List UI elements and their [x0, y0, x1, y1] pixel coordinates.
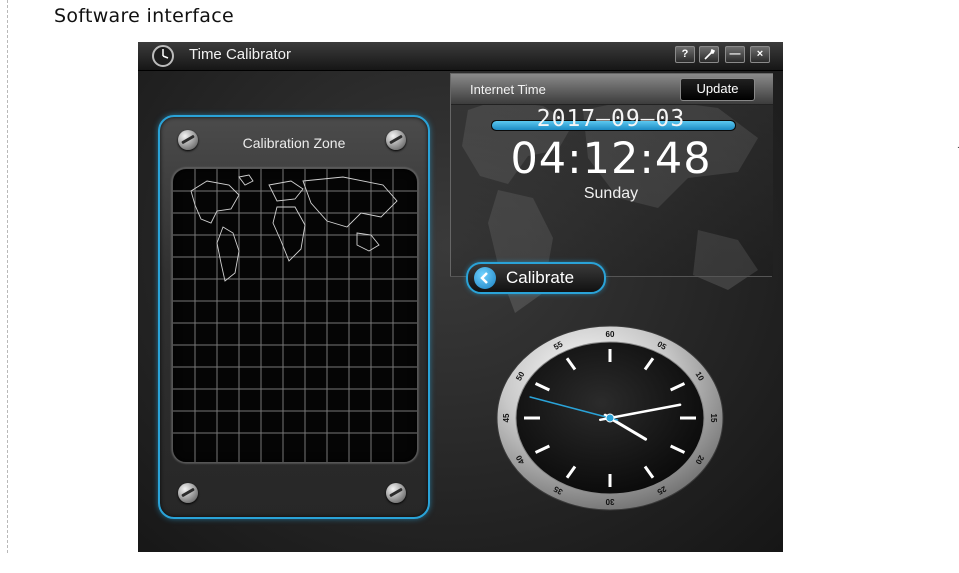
clock-second-mark: 30 [605, 497, 614, 506]
minimize-icon: — [729, 48, 741, 60]
internet-time-header: Internet Time Update [451, 74, 773, 105]
close-icon: × [756, 48, 764, 60]
clock-second-mark: 45 [502, 413, 511, 422]
page-edge-divider [7, 0, 8, 553]
update-button[interactable]: Update [680, 78, 755, 101]
close-button[interactable]: × [750, 46, 770, 63]
calibration-grid-map[interactable] [172, 168, 418, 463]
settings-button[interactable] [699, 46, 719, 63]
world-map-grid [173, 169, 417, 462]
page-heading: Software interface [54, 5, 234, 27]
clock-second-mark: 60 [606, 330, 615, 339]
help-button[interactable]: ? [675, 46, 695, 63]
minimize-button[interactable]: — [725, 46, 745, 63]
screw-icon [386, 483, 406, 503]
clock-icon [152, 45, 174, 67]
clock-second-mark: 15 [709, 414, 718, 423]
back-arrow-icon [474, 267, 496, 289]
analog-clock: 600510152025303540455055 [496, 325, 724, 511]
calibrate-label: Calibrate [506, 268, 575, 287]
window-title: Time Calibrator [189, 46, 291, 63]
calibrate-button[interactable]: Calibrate [466, 262, 606, 294]
settings-wrench-icon [704, 49, 715, 60]
time-display: 04:12:48 [510, 134, 712, 184]
screw-icon [178, 483, 198, 503]
time-calibrator-window: Time Calibrator ? — × Calibration Zone I… [138, 42, 783, 552]
clock-center-hub [605, 413, 615, 423]
day-display: Sunday [583, 185, 639, 202]
internet-time-label: Internet Time [470, 82, 546, 97]
date-display: 2017—09—03 [536, 106, 686, 132]
title-bar[interactable]: Time Calibrator ? — × [138, 42, 783, 71]
calibration-zone-panel: Calibration Zone [158, 115, 430, 519]
calibration-zone-title: Calibration Zone [242, 135, 346, 151]
help-icon: ? [681, 48, 689, 60]
